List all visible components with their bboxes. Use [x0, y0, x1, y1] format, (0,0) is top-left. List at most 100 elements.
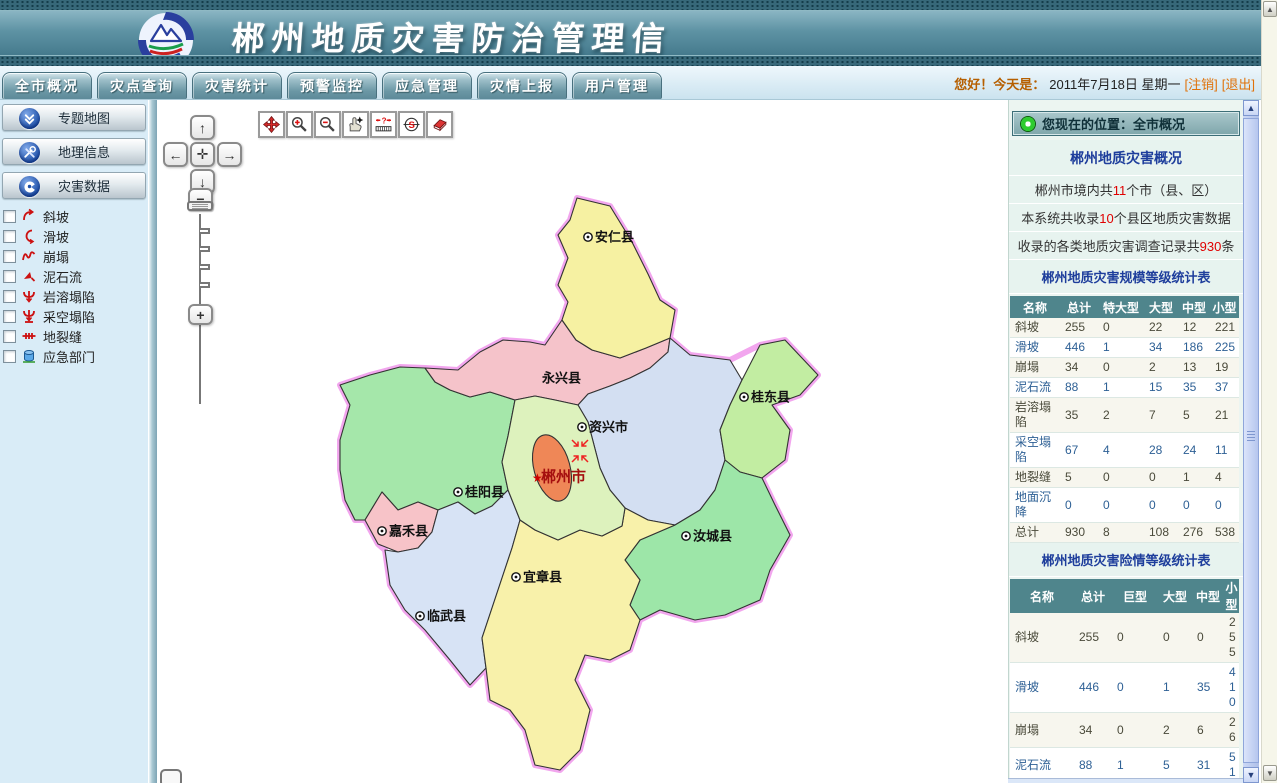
panel-scroll-up-button[interactable]: ▲	[1243, 100, 1259, 116]
layer-checkbox[interactable]	[3, 250, 16, 263]
zoom-in-tool[interactable]	[286, 111, 313, 138]
overview-line-pre: 郴州市境内共	[1035, 183, 1113, 198]
column-header: 中型	[1178, 296, 1210, 318]
district-name-text: 汝城县	[693, 529, 732, 544]
value-cell: 2	[1144, 358, 1178, 378]
layer-checkbox[interactable]	[3, 230, 16, 243]
page-scroll-up-button[interactable]: ▲	[1263, 1, 1277, 17]
value-cell: 34	[1144, 338, 1178, 358]
layer-row-4: 泥石流	[3, 266, 148, 286]
row-name-cell: 采空塌陷	[1010, 433, 1060, 468]
county-seat-dot-icon	[457, 491, 460, 494]
table-row-采空塌陷: 采空塌陷674282411	[1010, 433, 1239, 468]
sidebar-panel-3[interactable]: 灾害数据	[2, 172, 146, 199]
exit-link[interactable]: [退出]	[1222, 74, 1255, 93]
row-name-cell: 泥石流	[1010, 378, 1060, 398]
value-cell: 5	[1178, 398, 1210, 433]
zoom-slider-thumb[interactable]	[187, 201, 213, 211]
value-cell: 0	[1098, 488, 1144, 523]
nav-tab-7[interactable]: 用户管理	[572, 72, 662, 99]
layer-checkbox[interactable]	[3, 270, 16, 283]
overview-line-post: 个县区地质灾害数据	[1114, 211, 1231, 226]
panel-scroll-down-button[interactable]: ▼	[1243, 767, 1259, 783]
gear-icon	[21, 178, 38, 195]
logout-link[interactable]: [注销]	[1185, 74, 1218, 93]
nav-tab-5[interactable]: 应急管理	[382, 72, 472, 99]
district-label-郴州市[interactable]: ★郴州市	[532, 468, 586, 486]
layer-label: 岩溶塌陷	[43, 287, 95, 306]
nav-tab-2[interactable]: 灾点查询	[97, 72, 187, 99]
page-scroll-down-button[interactable]: ▼	[1263, 765, 1277, 781]
double-chevron-down-icon	[19, 108, 40, 129]
banner-band: 郴州地质灾害防治管理信息系统	[0, 11, 1277, 55]
pan-tool-glyph	[263, 116, 280, 133]
sidebar-splitter[interactable]	[148, 100, 157, 783]
value-cell: 2	[1098, 398, 1144, 433]
value-cell: 6	[1192, 713, 1224, 748]
emergency-dept-icon	[21, 348, 39, 364]
clear-tool[interactable]	[426, 111, 453, 138]
value-cell: 410	[1224, 663, 1239, 713]
value-cell: 67	[1060, 433, 1098, 468]
panel-scroll-thumb[interactable]	[1243, 118, 1259, 763]
district-name-text: 资兴市	[589, 420, 628, 435]
pan-tool[interactable]	[258, 111, 285, 138]
district-安仁县[interactable]	[558, 198, 675, 358]
sidebar-panel-2[interactable]: 地理信息	[2, 138, 146, 165]
value-cell: 15	[1144, 378, 1178, 398]
zoom-out-tool[interactable]	[314, 111, 341, 138]
nav-tab-1[interactable]: 全市概况	[2, 72, 92, 99]
zoom-in-button[interactable]: +	[188, 304, 213, 325]
layer-row-2: 滑坡	[3, 226, 148, 246]
value-cell: 0	[1192, 613, 1224, 663]
layer-row-8: 应急部门	[3, 346, 148, 366]
nav-tab-4[interactable]: 预警监控	[287, 72, 377, 99]
tools-icon	[21, 144, 38, 161]
layer-checkbox[interactable]	[3, 290, 16, 303]
measure-tool[interactable]: ?	[370, 111, 397, 138]
column-header: 总计	[1060, 296, 1098, 318]
nav-tab-6[interactable]: 灾情上报	[477, 72, 567, 99]
row-name-cell: 滑坡	[1010, 663, 1074, 713]
layer-checkbox[interactable]	[3, 330, 16, 343]
debris-flow-icon	[21, 268, 37, 284]
header-row: 名称总计特大型大型中型小型	[1010, 296, 1239, 318]
current-date: 2011年7月18日 星期一	[1049, 74, 1180, 93]
nav-tab-3[interactable]: 灾害统计	[192, 72, 282, 99]
scale-tool[interactable]: S	[398, 111, 425, 138]
layer-checkbox[interactable]	[3, 210, 16, 223]
panel-horizontal-scrollbar[interactable]	[1008, 778, 1243, 783]
main-navbar: 全市概况灾点查询灾害统计预警监控应急管理灾情上报用户管理 您好！今天是： 201…	[0, 66, 1277, 100]
mining-collapse-icon	[21, 308, 39, 324]
layer-checkbox[interactable]	[3, 310, 16, 323]
column-header: 特大型	[1098, 296, 1144, 318]
county-seat-dot-icon	[381, 530, 384, 533]
county-seat-dot-icon	[685, 535, 688, 538]
page-scrollbar[interactable]: ▲ ▼	[1261, 0, 1277, 783]
map-area[interactable]: ↑←✛→↓ −+ ?S 安仁县永兴县资兴市桂东县★郴州市桂阳县嘉禾县汝城县宜章县…	[157, 100, 1008, 783]
layer-checkbox[interactable]	[3, 350, 16, 363]
district-name-text: 郴州市	[541, 468, 586, 486]
left-sidebar: 专题地图地理信息灾害数据 斜坡滑坡崩塌泥石流岩溶塌陷采空塌陷地裂缝应急部门	[0, 100, 148, 783]
mining-collapse-icon	[21, 308, 37, 324]
identify-tool[interactable]	[342, 111, 369, 138]
county-seat-dot-icon	[743, 396, 746, 399]
value-cell: 1	[1158, 663, 1192, 713]
danger-grade-table: 名称总计巨型大型中型小型斜坡255000255滑坡4460135410崩塌340…	[1010, 579, 1239, 783]
overview-map-toggle-button[interactable]	[160, 769, 182, 783]
greeting-bar: 您好！今天是： 2011年7月18日 星期一 [注销] [退出]	[954, 66, 1255, 100]
value-cell: 1	[1098, 338, 1144, 358]
district-map[interactable]: 安仁县永兴县资兴市桂东县★郴州市桂阳县嘉禾县汝城县宜章县临武县	[330, 190, 830, 783]
layer-label: 滑坡	[43, 227, 69, 246]
sidebar-panel-label: 专题地图	[58, 108, 110, 127]
zoom-in-tool-glyph	[291, 116, 308, 133]
nav-tabs: 全市概况灾点查询灾害统计预警监控应急管理灾情上报用户管理	[2, 72, 662, 99]
district-label-永兴县[interactable]: 永兴县	[541, 371, 581, 386]
panel-scrollbar[interactable]: ▲ ▼	[1243, 100, 1259, 783]
row-name-cell: 崩塌	[1010, 713, 1074, 748]
layer-label: 采空塌陷	[43, 307, 95, 326]
value-cell: 255	[1074, 613, 1112, 663]
scale-tool-glyph: S	[403, 116, 420, 133]
value-cell: 35	[1060, 398, 1098, 433]
sidebar-panel-1[interactable]: 专题地图	[2, 104, 146, 131]
